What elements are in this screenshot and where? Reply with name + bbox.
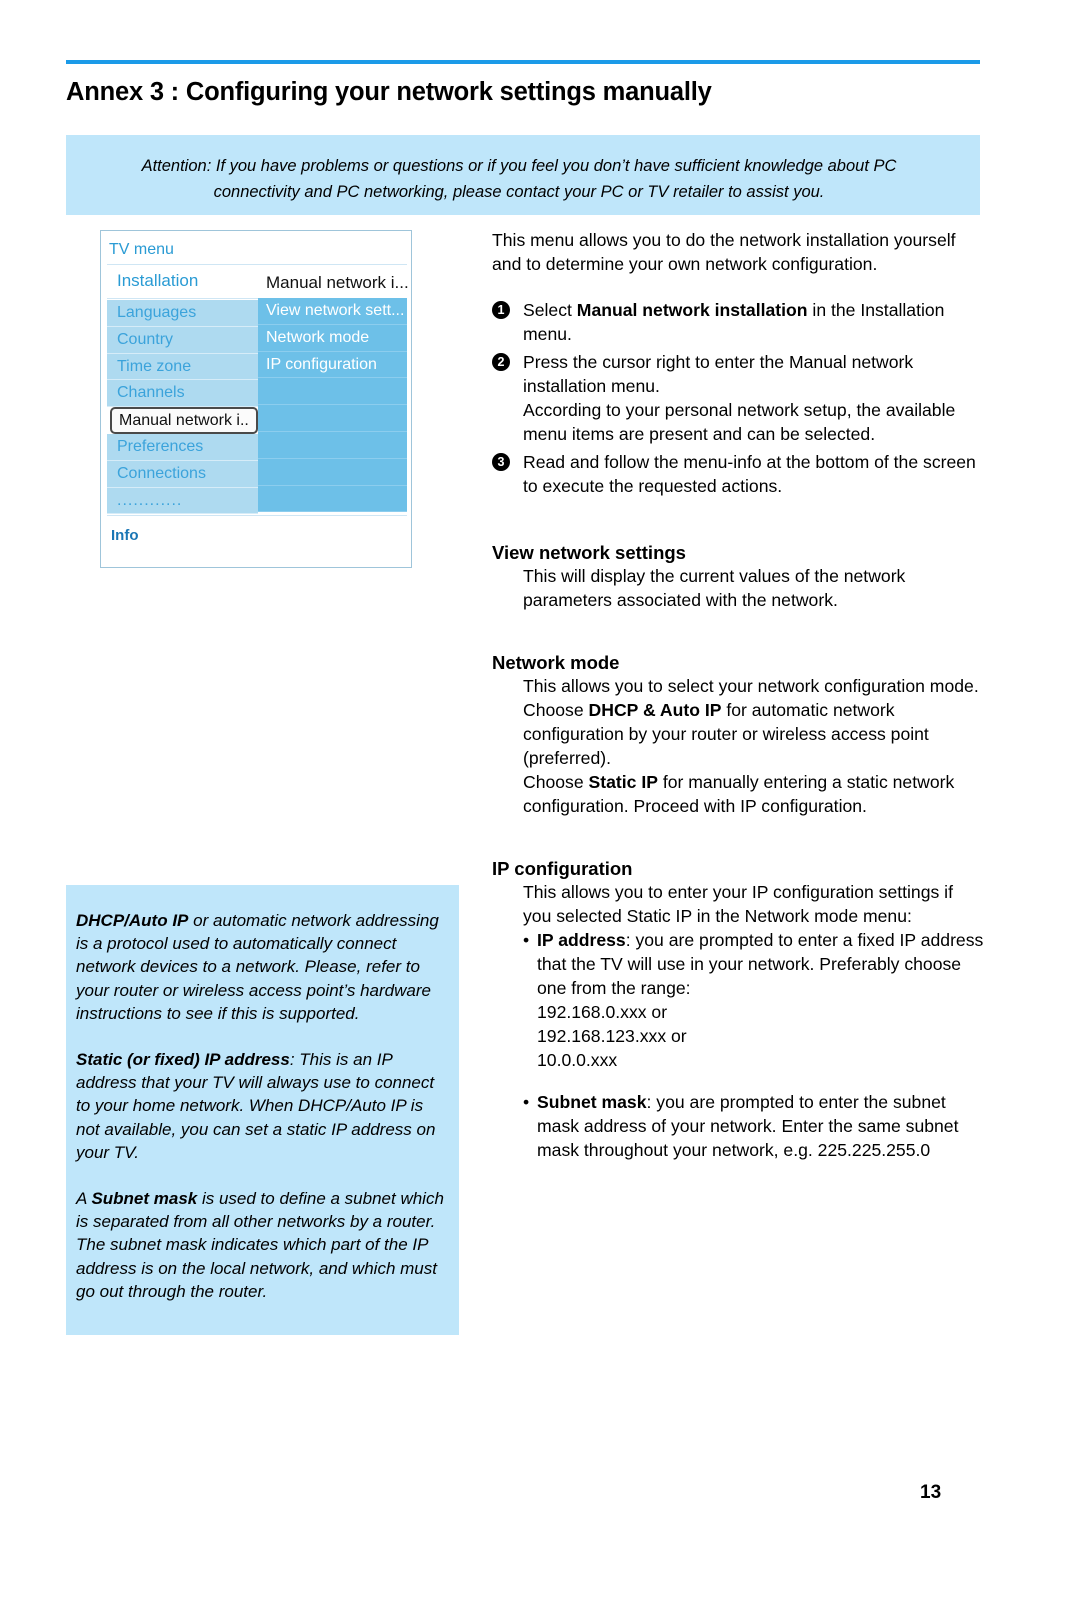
section-heading-ip-configuration: IP configuration [492, 858, 633, 879]
step-2: 2 Press the cursor right to enter the Ma… [492, 350, 984, 446]
tv-menu-item-more[interactable]: ............ [107, 487, 258, 515]
tv-submenu-empty-row [258, 485, 407, 513]
definition-dhcp-auto-ip: DHCP/Auto IP or automatic network addres… [76, 909, 451, 1025]
bullet-subnet-mask: Subnet mask: you are prompted to enter t… [523, 1090, 984, 1162]
tv-menu-item-preferences[interactable]: Preferences [107, 433, 258, 461]
tv-menu-info-label: Info [111, 527, 139, 544]
definitions-info-box: DHCP/Auto IP or automatic network addres… [66, 885, 459, 1335]
tv-menu-item-languages[interactable]: Languages [107, 300, 258, 327]
network-mode-p3-pre: Choose [523, 772, 589, 792]
tv-menu-item-label: Preferences [117, 437, 204, 455]
tv-menu-selection-highlight: Manual network i.. [110, 407, 258, 435]
intro-paragraph: This menu allows you to do the network i… [492, 230, 956, 274]
ip-range-line-1: 192.168.0.xxx or [537, 1002, 668, 1022]
tv-menu-left-column: Languages Country Time zone Channels Man… [107, 300, 258, 515]
step-number-icon: 2 [492, 353, 510, 371]
section-body-view-network-settings: This will display the current values of … [523, 566, 906, 610]
section-body-ip-configuration: This allows you to enter your IP configu… [492, 880, 984, 1162]
page-number: 13 [920, 1482, 942, 1503]
tv-menu-item-label: Time zone [117, 357, 192, 375]
network-mode-p2-pre: Choose [523, 700, 589, 720]
tv-menu-item-label: Connections [117, 464, 206, 482]
tv-submenu-item-label: IP configuration [266, 355, 377, 373]
tv-menu-item-label: Manual network i.. [119, 412, 249, 430]
definition-subnet-mask: A Subnet mask is used to define a subnet… [76, 1187, 451, 1303]
bullet-subnet-mask-term: Subnet mask [537, 1092, 647, 1112]
tv-menu-item-connections[interactable]: Connections [107, 460, 258, 488]
network-mode-p3-bold: Static IP [588, 772, 658, 792]
definitions-text: DHCP/Auto IP or automatic network addres… [76, 909, 451, 1303]
step-number-icon: 1 [492, 301, 510, 319]
tv-menu-title: TV menu [109, 241, 174, 258]
definition-static-ip-term: Static (or fixed) IP address [76, 1050, 290, 1070]
section-body-network-mode: This allows you to select your network c… [492, 674, 984, 818]
ip-range-line-2: 192.168.123.xxx or [537, 1026, 687, 1046]
page-title: Annex 3 : Configuring your network setti… [66, 78, 712, 106]
tv-menu-item-label: Languages [117, 304, 197, 321]
section-heading-view-network-settings: View network settings [492, 542, 686, 563]
ip-config-intro: This allows you to enter your IP configu… [523, 882, 953, 926]
network-mode-p2-bold: DHCP & Auto IP [588, 700, 722, 720]
section-heading-network-mode: Network mode [492, 652, 620, 673]
attention-text: Attention: If you have problems or quest… [74, 153, 964, 205]
tv-submenu-empty-row [258, 431, 407, 459]
document-page: Annex 3 : Configuring your network setti… [0, 0, 1080, 1620]
step-3: 3 Read and follow the menu-info at the b… [492, 450, 984, 498]
step-2-extra: According to your personal network setup… [523, 400, 956, 444]
tv-menu-item-manual-network-installation[interactable]: Manual network i.. [107, 407, 258, 435]
tv-menu-right-header: Manual network i... [258, 267, 409, 298]
ip-range-line-3: 10.0.0.xxx [537, 1050, 618, 1070]
tv-menu-right-column: Manual network i... View network sett...… [258, 267, 409, 515]
bullet-ip-address: IP address: you are prompted to enter a … [523, 928, 984, 1072]
tv-submenu-item-label: View network sett... [266, 302, 405, 319]
network-mode-p3: Choose Static IP for manually entering a… [523, 770, 984, 818]
network-mode-p2: Choose DHCP & Auto IP for automatic netw… [523, 698, 984, 770]
attention-line-2: connectivity and PC networking, please c… [213, 183, 825, 201]
tv-menu-item-label: Country [117, 330, 174, 348]
main-content-column: This menu allows you to do the network i… [492, 228, 984, 1162]
tv-submenu-empty-row [258, 458, 407, 486]
step-2-text: Press the cursor right to enter the Manu… [523, 352, 914, 396]
tv-menu-divider-bottom [107, 515, 407, 516]
step-3-text: Read and follow the menu-info at the bot… [523, 452, 976, 496]
step-number-icon: 3 [492, 453, 510, 471]
definition-static-ip: Static (or fixed) IP address: This is an… [76, 1048, 451, 1164]
tv-submenu-empty-row [258, 378, 407, 406]
tv-submenu-empty-row [258, 405, 407, 432]
tv-menu-breadcrumb: Installation [117, 271, 199, 290]
step-1: 1 Select Manual network installation in … [492, 298, 984, 346]
network-mode-p1: This allows you to select your network c… [523, 676, 979, 696]
tv-menu-right-header-label: Manual network i... [266, 273, 409, 292]
tv-menu-item-time-zone[interactable]: Time zone [107, 353, 258, 381]
tv-menu-screenshot: TV menu Installation Languages Country T… [100, 230, 412, 568]
tv-menu-item-label: Channels [117, 384, 185, 402]
definition-subnet-pre: A [76, 1189, 92, 1209]
header-rule [66, 60, 980, 64]
tv-submenu-item-view-network-settings[interactable]: View network sett... [258, 298, 407, 325]
step-1-pre: Select [523, 300, 577, 320]
definition-dhcp-term: DHCP/Auto IP [76, 911, 189, 930]
attention-line-1: Attention: If you have problems or quest… [141, 157, 897, 175]
tv-submenu-item-ip-configuration[interactable]: IP configuration [258, 351, 407, 379]
tv-menu-item-country[interactable]: Country [107, 326, 258, 354]
tv-submenu-item-label: Network mode [266, 328, 370, 346]
tv-menu-item-channels[interactable]: Channels [107, 380, 258, 408]
attention-banner: Attention: If you have problems or quest… [66, 135, 980, 215]
tv-menu-item-label: ............ [117, 491, 183, 509]
bullet-ip-address-term: IP address [537, 930, 626, 950]
tv-menu-divider-top [107, 264, 407, 265]
tv-submenu-item-network-mode[interactable]: Network mode [258, 324, 407, 352]
definition-subnet-term: Subnet mask [91, 1189, 198, 1209]
step-1-bold: Manual network installation [576, 300, 808, 320]
